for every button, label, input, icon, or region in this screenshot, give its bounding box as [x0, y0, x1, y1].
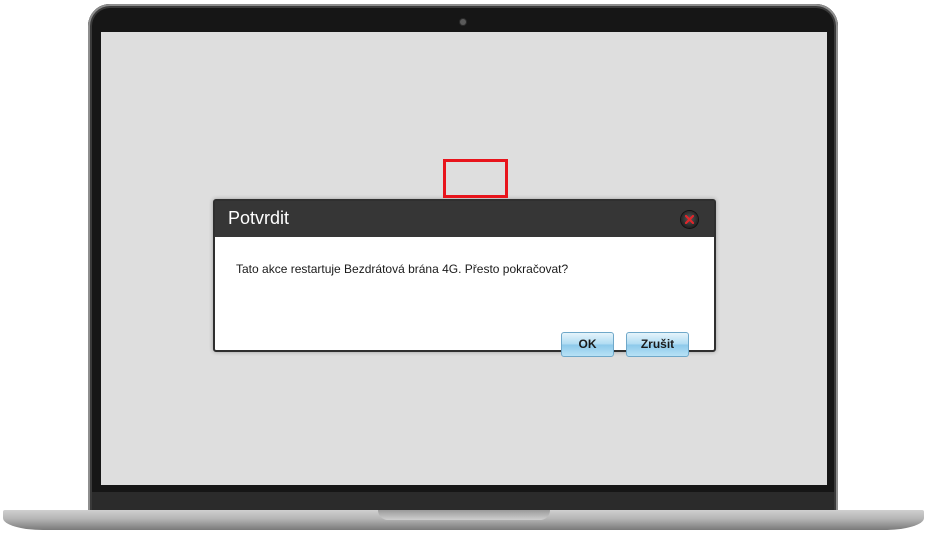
screen: Potvrdit Tato akce restartuje Bezdrátová… [101, 32, 827, 485]
bottom-bezel [92, 492, 834, 510]
dialog-header: Potvrdit [215, 201, 714, 237]
close-button[interactable] [681, 211, 698, 228]
cancel-button[interactable]: Zrušit [626, 332, 689, 357]
ok-button[interactable]: OK [561, 332, 614, 357]
laptop-base-notch [378, 510, 550, 520]
close-icon [685, 215, 694, 224]
dialog-title: Potvrdit [228, 208, 290, 228]
dialog-message: Tato akce restartuje Bezdrátová brána 4G… [236, 262, 569, 276]
confirm-dialog: Potvrdit Tato akce restartuje Bezdrátová… [213, 199, 716, 352]
webcam [460, 19, 466, 25]
ok-button-highlight [443, 159, 508, 198]
